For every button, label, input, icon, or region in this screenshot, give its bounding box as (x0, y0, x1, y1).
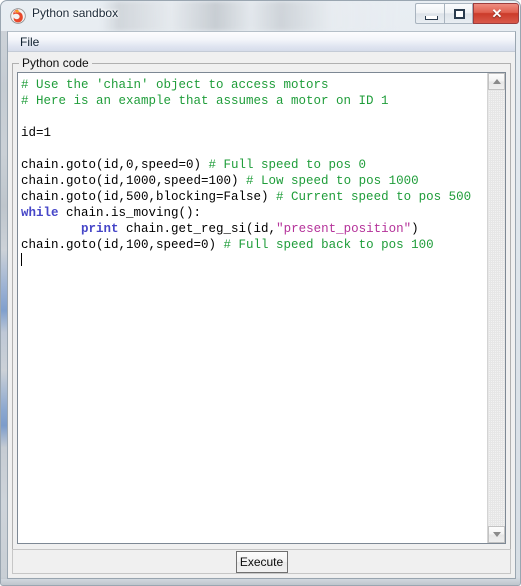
code-token: chain.goto(id,1000,speed=100) (21, 174, 247, 188)
close-button[interactable]: ✕ (473, 3, 519, 24)
code-token: # Use the 'chain' object to access motor… (21, 78, 329, 92)
groupbox-label: Python code (19, 56, 92, 70)
close-icon: ✕ (491, 6, 503, 21)
code-token: chain.goto(id,500,blocking=False) (21, 190, 277, 204)
scroll-down-button[interactable] (488, 526, 505, 543)
code-token: ) (411, 222, 419, 236)
chevron-up-icon (493, 79, 501, 84)
code-token: chain.goto(id,0,speed=0) (21, 158, 209, 172)
code-token: chain.get_reg_si(id, (118, 222, 277, 236)
code-token: chain.goto(id,100,speed=0) (21, 238, 224, 252)
code-editor[interactable]: # Use the 'chain' object to access motor… (17, 72, 506, 544)
code-token: while (21, 206, 59, 220)
action-bar: Execute (12, 549, 511, 574)
python-code-groupbox: Python code # Use the 'chain' object to … (12, 56, 511, 551)
window-controls: ✕ (415, 3, 519, 24)
client-area: File Python code # Use the 'chain' objec… (7, 31, 516, 579)
maximize-icon (454, 9, 465, 19)
code-token: # Current speed to pos 500 (276, 190, 472, 204)
execute-button[interactable]: Execute (235, 551, 288, 573)
title-bar[interactable]: Python sandbox ✕ (1, 1, 520, 31)
code-token: # Full speed back to pos 100 (223, 238, 434, 252)
editor-vertical-scrollbar[interactable] (487, 73, 505, 543)
code-token: chain.is_moving(): (58, 206, 202, 220)
python-app-icon (10, 8, 26, 24)
code-token: # Low speed to pos 1000 (246, 174, 419, 188)
menu-item-file[interactable]: File (14, 34, 45, 50)
code-token: "present_position" (276, 222, 412, 236)
code-token: print (81, 222, 119, 236)
scroll-up-button[interactable] (488, 73, 505, 90)
python-sandbox-window: Python sandbox ✕ File Python code # Use … (0, 0, 521, 586)
maximize-button[interactable] (444, 3, 473, 24)
code-token: id=1 (21, 126, 52, 140)
code-token: # Here is an example that assumes a moto… (21, 94, 389, 108)
code-text-area[interactable]: # Use the 'chain' object to access motor… (18, 73, 487, 543)
window-title: Python sandbox (32, 6, 119, 20)
text-cursor (21, 253, 22, 266)
minimize-button[interactable] (415, 3, 444, 24)
minimize-icon (425, 16, 438, 20)
chevron-down-icon (493, 532, 501, 537)
code-token: # Full speed to pos 0 (208, 158, 367, 172)
menu-bar: File (8, 32, 515, 52)
